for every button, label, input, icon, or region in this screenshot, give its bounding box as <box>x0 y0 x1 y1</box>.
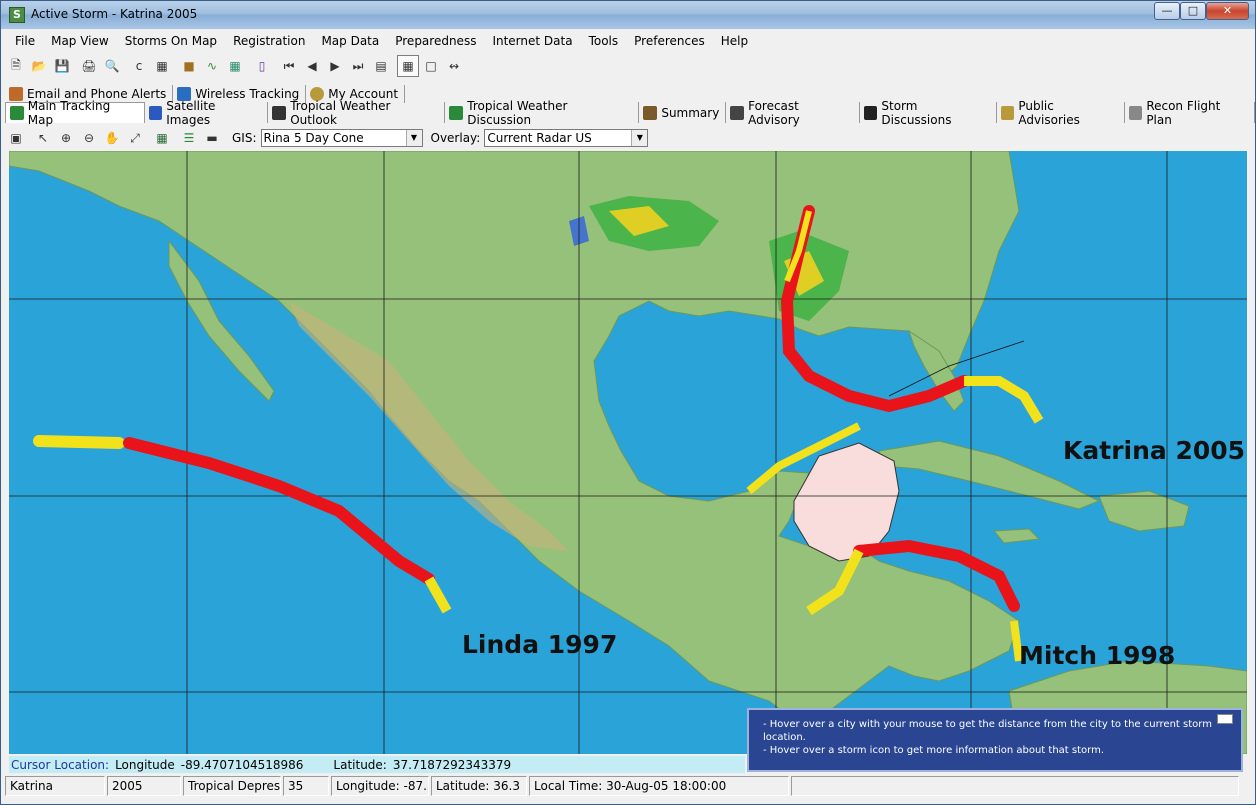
full-extent-icon[interactable]: ⤢ <box>124 127 146 149</box>
menu-preparedness[interactable]: Preparedness <box>387 34 484 48</box>
menu-help[interactable]: Help <box>713 34 756 48</box>
storm-label-katrina[interactable]: Katrina 2005 <box>1063 436 1245 465</box>
cursor-location-bar: Cursor Location: Longitude -89.470710451… <box>9 756 745 773</box>
zoom-in-icon[interactable]: ⊕ <box>55 127 77 149</box>
tab-tropical-weather-discussion[interactable]: Tropical Weather Discussion <box>445 99 640 127</box>
save-icon[interactable]: 💾 <box>51 55 73 77</box>
layers-icon[interactable]: ▦ <box>151 127 173 149</box>
open-icon[interactable]: 📂 <box>28 55 50 77</box>
tab-forecast-advisory[interactable]: Forecast Advisory <box>726 99 860 127</box>
status-spare <box>791 776 1239 796</box>
print-icon[interactable]: 🖨 <box>78 55 100 77</box>
tab-main-tracking-map[interactable]: Main Tracking Map <box>5 99 145 127</box>
menu-bar: File Map View Storms On Map Registration… <box>1 30 1255 51</box>
app-window: S Active Storm - Katrina 2005 — □ ✕ File… <box>0 0 1256 805</box>
summary-icon <box>643 105 658 120</box>
status-longitude: Longitude: -87.5 <box>331 776 429 796</box>
zoom-out-icon[interactable]: ⊖ <box>78 127 100 149</box>
houses-icon[interactable]: ■ <box>178 55 200 77</box>
latitude-value: 37.7187292343379 <box>392 757 512 772</box>
gis-label: GIS: <box>232 131 257 145</box>
chevron-down-icon[interactable]: ▼ <box>631 130 648 146</box>
grid-icon[interactable]: ▦ <box>397 55 419 77</box>
main-toolbar: 🗎 📂 💾 🖨 🔍 ϲ ▦ ■ ∿ ▦ ▯ ⏮ ◀ ▶ ⏭ ▤ ▦ □ ↭ <box>5 53 466 79</box>
scale-icon[interactable]: ▬ <box>201 127 223 149</box>
globe-icon[interactable]: ▦ <box>224 55 246 77</box>
overlay-label: Overlay: <box>430 131 481 145</box>
lightning-icon <box>863 105 878 120</box>
discussion-icon <box>449 105 464 120</box>
email-icon <box>9 87 23 101</box>
window-controls: — □ ✕ <box>1154 2 1249 20</box>
menu-file[interactable]: File <box>7 34 43 48</box>
new-icon[interactable]: 🗎 <box>5 55 27 77</box>
menu-preferences[interactable]: Preferences <box>626 34 713 48</box>
hover-help-box: - Hover over a city with your mouse to g… <box>747 708 1243 772</box>
menu-internet-data[interactable]: Internet Data <box>484 34 580 48</box>
prev-icon[interactable]: ◀ <box>301 55 323 77</box>
status-wind: 35 <box>283 776 329 796</box>
longitude-value: -89.4707104518986 <box>180 757 304 772</box>
status-year: 2005 <box>107 776 181 796</box>
storm-label-mitch[interactable]: Mitch 1998 <box>1019 641 1175 670</box>
status-bar: Katrina 2005 Tropical Depression 35 Long… <box>5 776 1253 798</box>
book-icon[interactable]: ▯ <box>251 55 273 77</box>
menu-map-view[interactable]: Map View <box>43 34 117 48</box>
last-icon[interactable]: ⏭ <box>347 55 369 77</box>
gis-select[interactable]: Rina 5 Day Cone ▼ <box>260 129 423 147</box>
select-box-icon[interactable]: □ <box>420 55 442 77</box>
track-icon[interactable]: ↭ <box>443 55 465 77</box>
map-icon <box>10 106 24 120</box>
outlook-icon <box>272 105 287 120</box>
status-classification: Tropical Depression <box>183 776 281 796</box>
cursor-location-label: Cursor Location: <box>11 757 110 772</box>
pointer-icon[interactable]: ↖ <box>32 127 54 149</box>
print-preview-icon[interactable]: 🔍 <box>101 55 123 77</box>
status-local-time: Local Time: 30-Aug-05 18:00:00 <box>529 776 789 796</box>
menu-registration[interactable]: Registration <box>225 34 313 48</box>
pan-hand-icon[interactable]: ✋ <box>101 127 123 149</box>
status-latitude: Latitude: 36.3 <box>431 776 527 796</box>
next-icon[interactable]: ▶ <box>324 55 346 77</box>
tab-satellite-images[interactable]: Satellite Images <box>145 99 269 127</box>
chevron-down-icon[interactable]: ▼ <box>405 130 422 146</box>
advisory-icon <box>730 105 745 120</box>
storm-label-linda[interactable]: Linda 1997 <box>462 630 617 659</box>
storm-icon[interactable]: ϲ <box>128 55 150 77</box>
latitude-label: Latitude: <box>333 757 387 772</box>
tab-row-main: Main Tracking Map Satellite Images Tropi… <box>5 99 1255 127</box>
tab-public-advisories[interactable]: Public Advisories <box>997 99 1125 127</box>
title-bar[interactable]: S Active Storm - Katrina 2005 — □ ✕ <box>1 1 1255 29</box>
animate-icon[interactable]: ▤ <box>370 55 392 77</box>
satellite-icon <box>148 105 163 120</box>
tab-storm-discussions[interactable]: Storm Discussions <box>860 99 997 127</box>
chart-icon[interactable]: ∿ <box>201 55 223 77</box>
map-toolbar: ▣ ↖ ⊕ ⊖ ✋ ⤢ ▦ ☰ ▬ GIS: Rina 5 Day Cone ▼… <box>5 126 649 150</box>
tab-summary[interactable]: Summary <box>639 102 727 123</box>
city-icon[interactable]: ▦ <box>151 55 173 77</box>
close-icon[interactable] <box>1217 714 1233 724</box>
first-icon[interactable]: ⏮ <box>278 55 300 77</box>
help-line-1: - Hover over a city with your mouse to g… <box>763 719 1212 743</box>
longitude-label: Longitude <box>115 757 175 772</box>
status-storm: Katrina <box>5 776 105 796</box>
location-icon[interactable]: ▣ <box>5 127 27 149</box>
tab-tropical-weather-outlook[interactable]: Tropical Weather Outlook <box>268 99 446 127</box>
tab-recon-flight-plan[interactable]: Recon Flight Plan <box>1125 99 1255 127</box>
maximize-button[interactable]: □ <box>1180 2 1206 20</box>
overlay-select[interactable]: Current Radar US ▼ <box>484 129 649 147</box>
legend-icon[interactable]: ☰ <box>178 127 200 149</box>
menu-map-data[interactable]: Map Data <box>313 34 387 48</box>
plane-icon <box>1128 105 1143 120</box>
help-line-2: - Hover over a storm icon to get more in… <box>763 745 1105 756</box>
minimize-button[interactable]: — <box>1154 2 1180 20</box>
tracking-map[interactable]: Katrina 2005 Linda 1997 Mitch 1998 <box>9 151 1247 754</box>
close-button[interactable]: ✕ <box>1206 2 1249 20</box>
app-icon: S <box>9 7 25 23</box>
window-title: Active Storm - Katrina 2005 <box>31 7 198 21</box>
menu-tools[interactable]: Tools <box>581 34 627 48</box>
house-icon <box>1000 105 1015 120</box>
menu-storms-on-map[interactable]: Storms On Map <box>117 34 225 48</box>
